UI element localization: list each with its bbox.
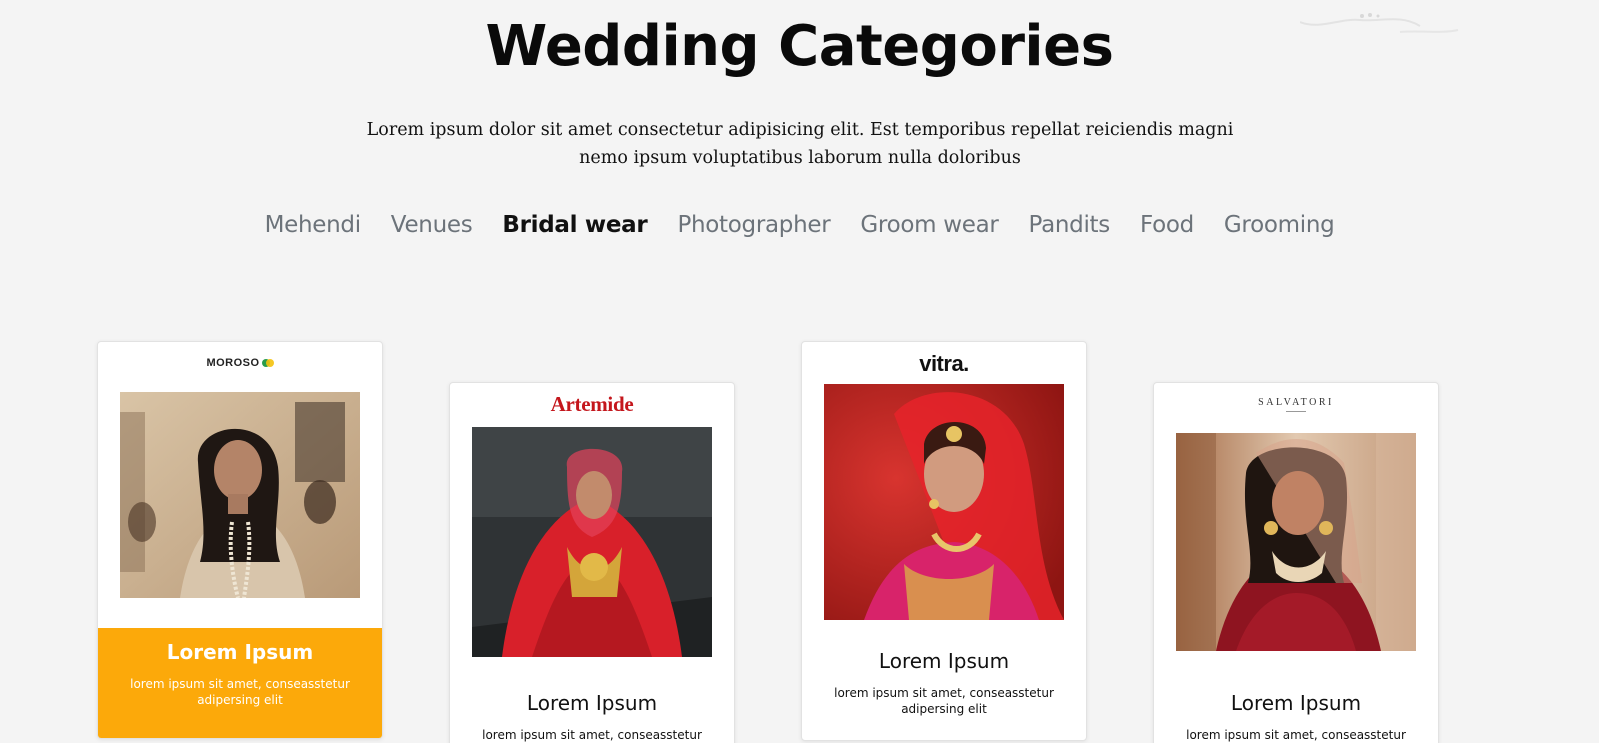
card-caption: Lorem Ipsum lorem ipsum sit amet, consea… — [1154, 691, 1438, 743]
tab-food[interactable]: Food — [1125, 212, 1209, 238]
category-card[interactable]: vitra. Lorem Ipsum lorem ipsum sit amet,… — [801, 341, 1087, 741]
intro-text: Lorem ipsum dolor sit amet consectetur a… — [366, 120, 1234, 168]
card-caption: Lorem Ipsum lorem ipsum sit amet, consea… — [802, 649, 1086, 717]
tab-bridal-wear[interactable]: Bridal wear — [487, 212, 662, 238]
tab-mehendi[interactable]: Mehendi — [250, 212, 376, 238]
card-title: Lorem Ipsum — [166, 640, 314, 664]
vitra-logo: vitra. — [802, 350, 1086, 378]
tab-venues[interactable]: Venues — [376, 212, 488, 238]
category-tabs: Mehendi Venues Bridal wear Photographer … — [0, 212, 1599, 238]
decorative-scribble-icon — [1300, 13, 1459, 33]
moroso-logo: MOROSO — [98, 352, 382, 374]
bride-photo — [824, 384, 1064, 620]
salvatori-logo: SALVATORI — [1154, 397, 1438, 415]
brand-name: Artemide — [550, 392, 634, 416]
category-card[interactable]: SALVATORI Lorem Ipsum lorem ipsum sit am… — [1153, 382, 1439, 743]
brand-name: SALVATORI — [1258, 397, 1334, 408]
card-description: lorem ipsum sit amet, conseasstetur adip… — [130, 677, 350, 707]
category-card[interactable]: MOROSO Lorem Ipsum lorem ipsum sit amet,… — [97, 341, 383, 739]
tab-grooming[interactable]: Grooming — [1209, 212, 1350, 238]
salvatori-sub-mark-icon — [1286, 411, 1306, 412]
tab-groom-wear[interactable]: Groom wear — [845, 212, 1013, 238]
category-card[interactable]: Artemide Lorem Ipsum lorem ipsum sit ame… — [449, 382, 735, 743]
card-caption: Lorem Ipsum lorem ipsum sit amet, consea… — [98, 628, 382, 738]
card-title: Lorem Ipsum — [1230, 691, 1362, 715]
card-description: lorem ipsum sit amet, conseasstetur adip… — [834, 686, 1054, 716]
brand-name: vitra. — [919, 351, 969, 376]
card-description: lorem ipsum sit amet, conseasstetur adip… — [482, 728, 702, 742]
card-title: Lorem Ipsum — [526, 691, 658, 715]
tab-photographer[interactable]: Photographer — [662, 212, 845, 238]
card-title: Lorem Ipsum — [878, 649, 1010, 673]
card-caption: Lorem Ipsum lorem ipsum sit amet, consea… — [450, 691, 734, 743]
tab-pandits[interactable]: Pandits — [1014, 212, 1125, 238]
moroso-mark-icon — [261, 359, 274, 367]
bride-photo — [1176, 433, 1416, 651]
bride-photo — [120, 392, 360, 598]
brand-name: MOROSO — [206, 357, 260, 369]
card-description: lorem ipsum sit amet, conseasstetur adip… — [1186, 728, 1406, 742]
bride-photo — [472, 427, 712, 657]
artemide-logo: Artemide — [450, 391, 734, 417]
